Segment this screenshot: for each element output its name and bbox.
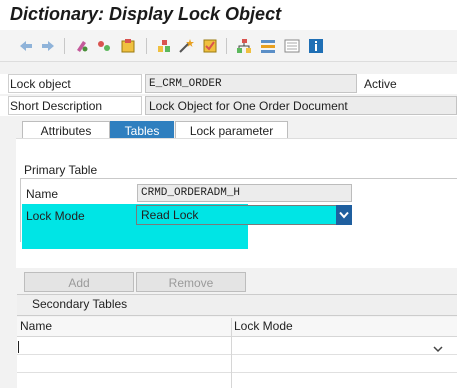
window-title: Dictionary: Display Lock Object bbox=[10, 4, 282, 24]
status-label: Active bbox=[364, 77, 397, 91]
tab-lock-parameter[interactable]: Lock parameter bbox=[175, 121, 288, 139]
lock-mode-dropdown[interactable]: Read Lock bbox=[136, 205, 352, 225]
where-used-icon[interactable] bbox=[156, 38, 172, 54]
info-icon[interactable] bbox=[308, 38, 324, 54]
lock-object-label: Lock object bbox=[10, 77, 71, 91]
display-change-icon[interactable] bbox=[74, 38, 90, 54]
primary-table-border bbox=[20, 178, 21, 242]
forward-icon[interactable] bbox=[40, 38, 56, 54]
chevron-down-icon[interactable] bbox=[433, 342, 443, 356]
object-list-icon[interactable] bbox=[260, 38, 276, 54]
text-cursor bbox=[18, 341, 19, 353]
lock-object-row: Lock object E_CRM_ORDER Active bbox=[0, 74, 457, 94]
column-divider bbox=[231, 318, 232, 388]
magic-wand-icon[interactable] bbox=[178, 38, 194, 54]
active-inactive-icon[interactable] bbox=[96, 38, 112, 54]
chevron-down-icon bbox=[337, 211, 351, 219]
primary-table-name-field[interactable]: CRMD_ORDERADM_H bbox=[137, 184, 352, 202]
primary-table-divider bbox=[20, 178, 457, 179]
column-header-name[interactable]: Name bbox=[20, 319, 52, 333]
display-object-list-icon[interactable] bbox=[284, 38, 300, 54]
lock-mode-value: Read Lock bbox=[141, 208, 199, 222]
add-button[interactable]: Add bbox=[24, 272, 134, 292]
toolbar-separator bbox=[64, 38, 65, 54]
column-header-lock-mode[interactable]: Lock Mode bbox=[234, 319, 293, 333]
toolbar-separator bbox=[146, 38, 147, 54]
lock-mode-dropdown-button[interactable] bbox=[336, 205, 352, 225]
table-row[interactable] bbox=[17, 355, 457, 373]
application-toolbar bbox=[0, 30, 457, 62]
hierarchy-icon[interactable] bbox=[236, 38, 252, 54]
table-row[interactable] bbox=[17, 337, 457, 355]
remove-button[interactable]: Remove bbox=[136, 272, 246, 292]
lock-mode-label: Lock Mode bbox=[26, 209, 85, 223]
toolbar-separator bbox=[226, 38, 227, 54]
back-icon[interactable] bbox=[18, 38, 34, 54]
tab-attributes[interactable]: Attributes bbox=[22, 121, 110, 139]
title-bar: Dictionary: Display Lock Object bbox=[0, 0, 457, 30]
check-icon[interactable] bbox=[202, 38, 218, 54]
other-object-icon[interactable] bbox=[120, 38, 136, 54]
short-description-label: Short Description bbox=[10, 99, 103, 113]
table-row[interactable] bbox=[17, 373, 457, 388]
short-description-row: Short Description Lock Object for One Or… bbox=[0, 96, 457, 116]
primary-table-title: Primary Table bbox=[24, 163, 98, 177]
tab-tables[interactable]: Tables bbox=[110, 121, 174, 139]
short-description-field[interactable]: Lock Object for One Order Document bbox=[145, 96, 457, 115]
secondary-tables-title: Secondary Tables bbox=[32, 297, 128, 311]
lock-object-field[interactable]: E_CRM_ORDER bbox=[145, 74, 357, 93]
name-label: Name bbox=[26, 187, 59, 201]
